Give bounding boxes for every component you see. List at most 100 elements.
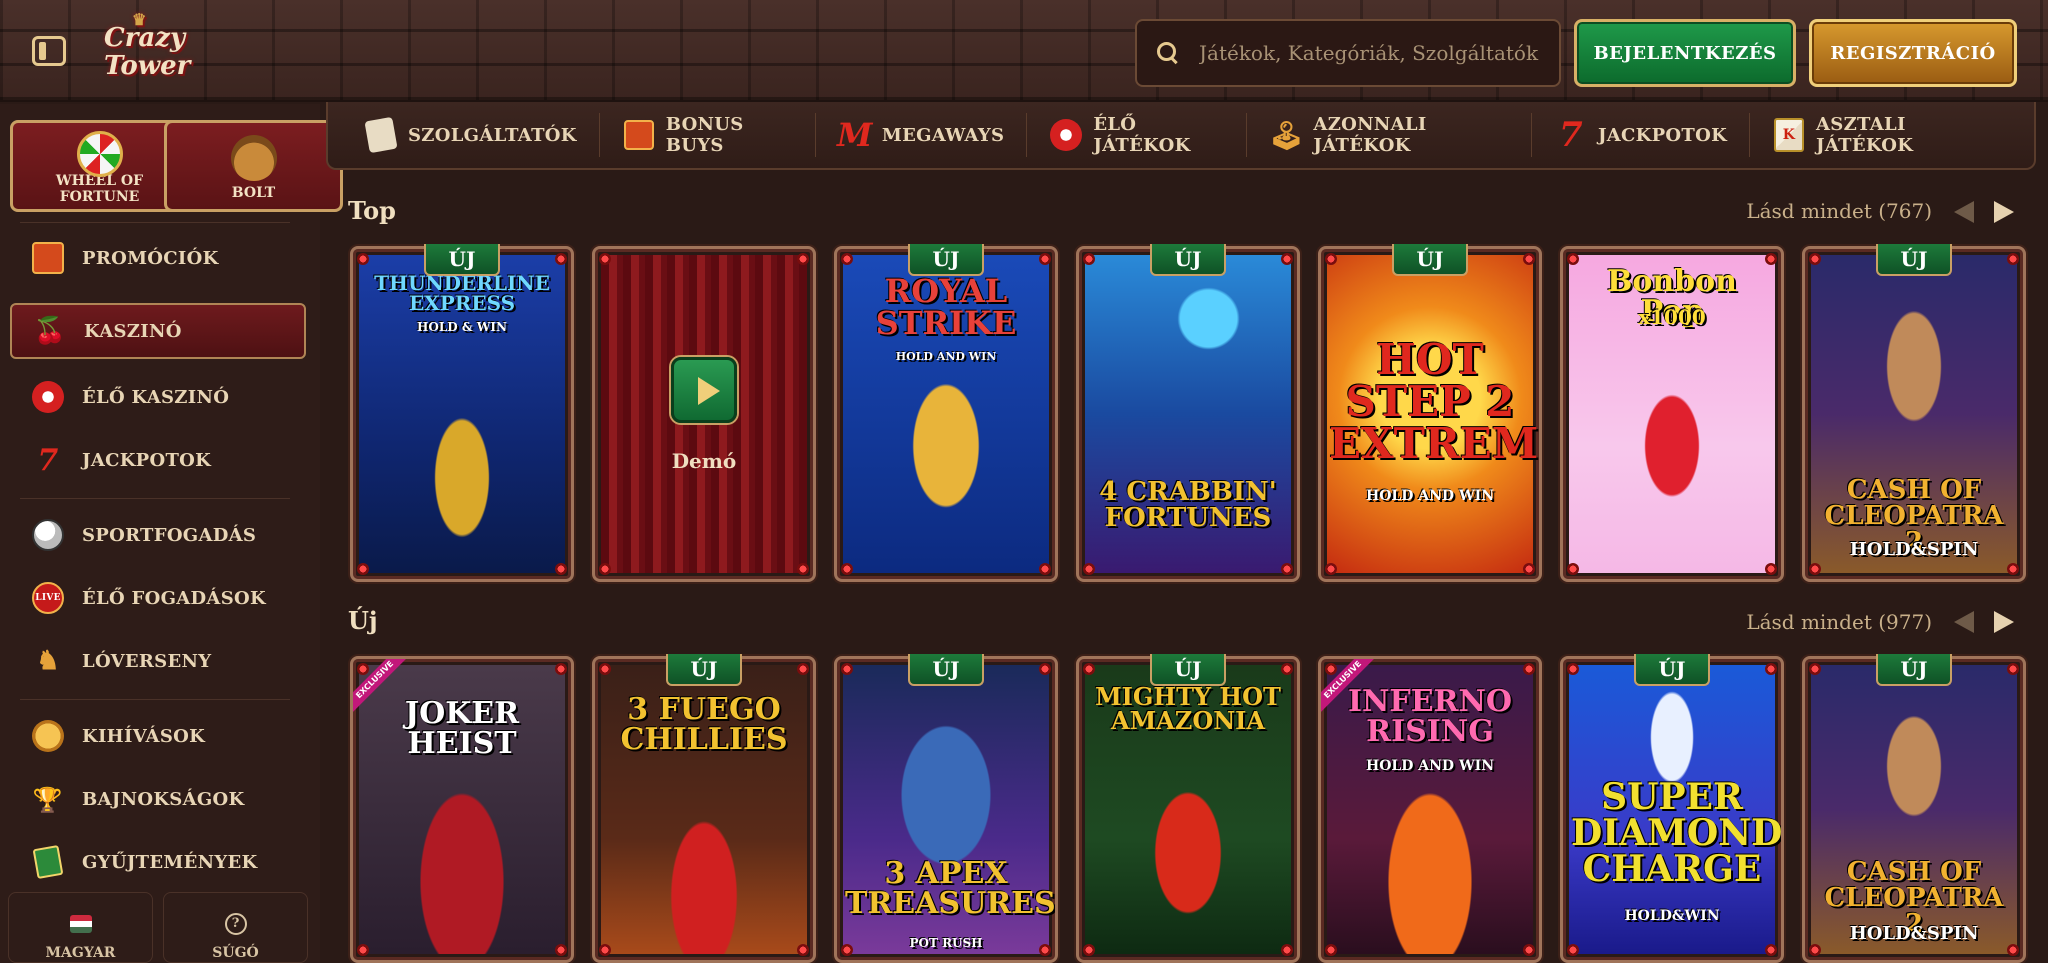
language-label: MAGYAR [45, 945, 116, 961]
game-subtitle: HOLD&WIN [1624, 908, 1720, 924]
new-badge: ÚJ [424, 244, 500, 276]
sidebar-divider [20, 498, 290, 499]
corner-gem-icon [1083, 253, 1095, 265]
corner-gem-icon [1039, 663, 1051, 675]
top-header: ♛ Crazy Tower BEJELENTKEZÉS REGISZTRÁCIÓ [0, 0, 2048, 102]
sidebar-item-challenges[interactable]: KIHÍVÁSOK [10, 708, 306, 764]
game-title: ROYAL STRIKE [875, 272, 1017, 342]
sidebar-item-label: JACKPOTOK [82, 449, 212, 471]
sidebar-toggle-icon[interactable] [32, 36, 66, 66]
category-live-games[interactable]: ÉLŐ JÁTÉKOK [1049, 113, 1248, 157]
category-bonus-buys[interactable]: BONUS BUYS [622, 113, 816, 157]
game-card[interactable]: EXCLUSIVE INFERNO RISING HOLD AND WIN [1318, 656, 1542, 963]
help-button[interactable]: ? SÚGÓ [163, 892, 308, 963]
game-card[interactable]: SUPER DIAMOND CHARGE HOLD&WIN [1560, 656, 1784, 963]
corner-gem-icon [357, 944, 369, 956]
new-badge: ÚJ [908, 654, 984, 686]
game-card[interactable]: CASH OF CLEOPATRA 2 HOLD&SPIN [1802, 656, 2026, 963]
corner-gem-icon [1039, 253, 1051, 265]
search-input[interactable] [1199, 41, 1539, 65]
wheel-of-fortune-card[interactable]: WHEEL OF FORTUNE [10, 120, 189, 212]
play-icon[interactable] [671, 357, 737, 423]
game-subtitle: HOLD AND WIN [1365, 758, 1495, 774]
sidebar-item-jackpots[interactable]: 7 JACKPOTOK [10, 432, 306, 488]
basket-icon [230, 135, 277, 181]
hungarian-flag-icon [69, 915, 92, 933]
sidebar-item-sports-betting[interactable]: SPORTFOGADÁS [10, 507, 306, 563]
joystick-icon: 🕹 [1268, 118, 1305, 152]
see-all-new-link[interactable]: Lásd mindet (977) [1700, 610, 1932, 634]
prev-arrow-icon[interactable] [1954, 611, 1974, 633]
sidebar-item-label: BAJNOKSÁGOK [82, 788, 245, 810]
game-card[interactable]: 3 FUEGO CHILLIES [592, 656, 816, 963]
login-button[interactable]: BEJELENTKEZÉS [1574, 19, 1796, 87]
sidebar: WHEEL OF FORTUNE BOLT PROMÓCIÓK 🍒 KASZIN… [0, 104, 343, 963]
next-arrow-icon[interactable] [1994, 201, 2014, 223]
category-jackpots[interactable]: 7 JACKPOTOK [1554, 113, 1751, 157]
sidebar-item-live-casino[interactable]: ÉLŐ KASZINÓ [10, 369, 306, 425]
corner-gem-icon [599, 563, 611, 575]
corner-gem-icon [797, 253, 809, 265]
playing-cards-icon: K [1774, 118, 1805, 152]
category-instant-games[interactable]: 🕹 AZONNALI JÁTÉKOK [1269, 113, 1532, 157]
corner-gem-icon [2007, 253, 2019, 265]
corner-gem-icon [1039, 944, 1051, 956]
corner-gem-icon [1523, 563, 1535, 575]
game-card-demo[interactable]: Demó [592, 246, 816, 582]
language-button[interactable]: MAGYAR [8, 892, 153, 963]
search-box[interactable] [1135, 19, 1561, 87]
game-card[interactable]: THUNDERLINE EXPRESS HOLD & WIN [350, 246, 574, 582]
game-title: MIGHTY HOT AMAZONIA [1095, 682, 1281, 735]
corner-gem-icon [1567, 253, 1579, 265]
sidebar-item-collections[interactable]: GYŰJTEMÉNYEK [10, 834, 306, 890]
game-title: SUPER DIAMOND CHARGE [1571, 776, 1783, 890]
corner-gem-icon [555, 563, 567, 575]
category-table-games[interactable]: K ASZTALI JÁTÉKOK [1772, 113, 2012, 157]
game-card[interactable]: 4 CRABBIN' FORTUNES [1076, 246, 1300, 582]
game-card[interactable]: HOT STEP 2 EXTREME HOLD AND WIN [1318, 246, 1542, 582]
crown-icon: ♛ [132, 10, 147, 29]
corner-gem-icon [599, 663, 611, 675]
corner-gem-icon [599, 944, 611, 956]
search-icon [1157, 42, 1179, 64]
next-arrow-icon[interactable] [1994, 611, 2014, 633]
category-providers[interactable]: SZOLGÁLTATÓK [364, 113, 600, 157]
category-label: ASZTALI JÁTÉKOK [1816, 114, 1914, 156]
corner-gem-icon [1567, 563, 1579, 575]
sidebar-item-horse-racing[interactable]: ♞ LÓVERSENY [10, 633, 306, 689]
shop-card[interactable]: BOLT [164, 120, 343, 212]
crazy-tower-logo[interactable]: ♛ Crazy Tower [104, 10, 190, 86]
new-badge: ÚJ [1150, 244, 1226, 276]
sidebar-item-live-betting[interactable]: LIVE ÉLŐ FOGADÁSOK [10, 570, 306, 626]
live-icon: LIVE [32, 582, 64, 614]
seven-icon: 7 [1558, 115, 1583, 155]
casino-chip-icon [1050, 119, 1083, 151]
trophy-icon: 🏆 [32, 784, 64, 814]
cards-icon [32, 844, 64, 880]
see-all-top-link[interactable]: Lásd mindet (767) [1700, 199, 1932, 223]
game-card[interactable]: EXCLUSIVE JOKER HEIST [350, 656, 574, 963]
corner-gem-icon [1809, 563, 1821, 575]
prev-arrow-icon[interactable] [1954, 201, 1974, 223]
game-card[interactable]: CASH OF CLEOPATRA 2 HOLD&SPIN [1802, 246, 2026, 582]
sidebar-item-tournaments[interactable]: 🏆 BAJNOKSÁGOK [10, 771, 306, 827]
corner-gem-icon [1523, 253, 1535, 265]
demo-label[interactable]: Demó [595, 449, 813, 473]
game-subtitle: HOLD & WIN [417, 320, 507, 334]
sidebar-item-promotions[interactable]: PROMÓCIÓK [10, 230, 306, 286]
corner-gem-icon [841, 563, 853, 575]
sidebar-item-casino[interactable]: 🍒 KASZINÓ [10, 303, 306, 359]
corner-gem-icon [1765, 944, 1777, 956]
game-title: 3 APEX TREASURES [845, 856, 1056, 921]
wheel-icon [76, 131, 123, 177]
corner-gem-icon [599, 253, 611, 265]
game-card[interactable]: ROYAL STRIKE HOLD AND WIN [834, 246, 1058, 582]
game-subtitle: HOLD AND WIN [1365, 488, 1495, 504]
seven-icon: 7 [37, 442, 59, 478]
game-card[interactable]: Bonbon Pop x1000 [1560, 246, 1784, 582]
game-card[interactable]: 3 APEX TREASURES POT RUSH [834, 656, 1058, 963]
category-megaways[interactable]: M MEGAWAYS [837, 113, 1028, 157]
register-button[interactable]: REGISZTRÁCIÓ [1809, 19, 2017, 87]
corner-gem-icon [1083, 563, 1095, 575]
game-card[interactable]: MIGHTY HOT AMAZONIA [1076, 656, 1300, 963]
